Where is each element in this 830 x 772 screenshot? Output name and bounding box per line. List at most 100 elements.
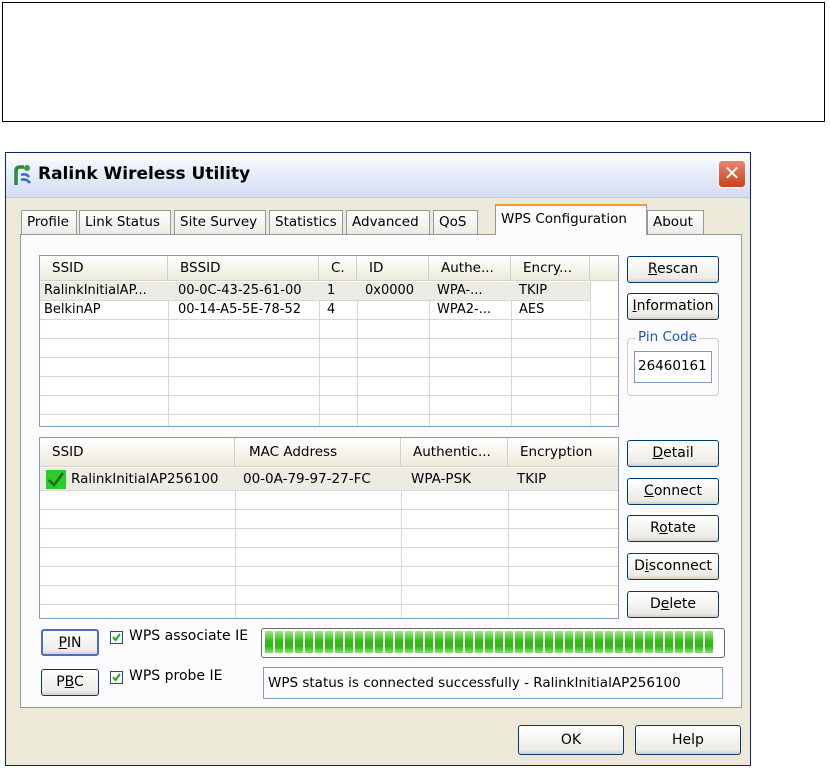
empty-row xyxy=(40,415,618,426)
pin-code-label: Pin Code xyxy=(636,329,700,345)
tab-advanced[interactable]: Advanced xyxy=(346,210,430,234)
progress-segment xyxy=(345,631,353,653)
col-encry[interactable]: Encry... xyxy=(511,256,590,280)
progress-segment xyxy=(625,631,633,653)
wps-profile-list[interactable]: SSID MAC Address Authentic... Encryption… xyxy=(39,437,619,619)
delete-button[interactable]: Delete xyxy=(627,591,719,618)
empty-row xyxy=(40,529,618,548)
progress-segment xyxy=(415,631,423,653)
ok-button[interactable]: OK xyxy=(518,725,624,755)
tab-site-survey[interactable]: Site Survey xyxy=(174,210,266,234)
profile-list-header: SSID MAC Address Authentic... Encryption xyxy=(40,438,618,467)
cell-ssid: RalinkInitialAP256100 xyxy=(71,471,219,487)
progress-segment xyxy=(325,631,333,653)
close-button[interactable]: ✕ xyxy=(718,160,746,188)
empty-row xyxy=(40,339,618,358)
pbc-button[interactable]: PBC xyxy=(41,669,99,696)
empty-row xyxy=(40,358,618,377)
col-auth[interactable]: Authe... xyxy=(429,256,511,280)
cell-ssid: BelkinAP xyxy=(44,302,101,317)
col-ssid[interactable]: SSID xyxy=(40,256,168,280)
progress-segment xyxy=(535,631,543,653)
progress-segment xyxy=(695,631,703,653)
col-ssid[interactable]: SSID xyxy=(40,438,235,466)
col-authentication[interactable]: Authentic... xyxy=(401,438,508,466)
empty-row xyxy=(40,491,618,510)
help-button[interactable]: Help xyxy=(635,725,741,755)
col-mac-address[interactable]: MAC Address xyxy=(235,438,401,466)
pin-code-group: Pin Code 26460161 xyxy=(627,329,719,396)
tab-label: Profile xyxy=(27,214,69,230)
wps-progress-bar xyxy=(261,628,725,658)
cell-ssid: RalinkInitialAP... xyxy=(44,283,147,298)
wps-associate-ie-checkbox[interactable] xyxy=(110,631,123,644)
tab-label: Statistics xyxy=(275,214,337,230)
progress-segment xyxy=(465,631,473,653)
rescan-button[interactable]: Rescan xyxy=(627,256,719,283)
table-row[interactable]: BelkinAP 00-14-A5-5E-78-52 4 WPA2-... AE… xyxy=(40,301,618,320)
empty-row xyxy=(40,320,618,339)
tab-qos[interactable]: QoS xyxy=(433,210,478,234)
progress-segment xyxy=(685,631,693,653)
progress-segment xyxy=(395,631,403,653)
cell-channel: 4 xyxy=(327,302,336,317)
cell-channel: 1 xyxy=(327,283,336,298)
progress-segment xyxy=(265,631,273,653)
tab-label: QoS xyxy=(439,214,467,230)
wps-probe-ie-checkbox[interactable] xyxy=(110,671,123,684)
tab-link-status[interactable]: Link Status xyxy=(79,210,171,234)
progress-segment xyxy=(365,631,373,653)
tab-label: About xyxy=(653,214,693,230)
progress-segment xyxy=(445,631,453,653)
pin-code-field[interactable]: 26460161 xyxy=(634,351,712,383)
col-id[interactable]: ID xyxy=(357,256,429,280)
wps-ap-list[interactable]: SSID BSSID C. ID Authe... Encry... Ralin… xyxy=(39,255,619,427)
empty-row xyxy=(40,567,618,586)
empty-row xyxy=(40,548,618,567)
tab-wps-configuration[interactable]: WPS Configuration xyxy=(495,204,647,235)
col-bssid[interactable]: BSSID xyxy=(168,256,319,280)
tab-profile[interactable]: Profile xyxy=(21,210,77,234)
disconnect-button[interactable]: Disconnect xyxy=(627,553,719,580)
progress-segment xyxy=(645,631,653,653)
ralink-logo-icon xyxy=(14,165,31,185)
progress-segment xyxy=(305,631,313,653)
progress-segment xyxy=(385,631,393,653)
col-encryption[interactable]: Encryption xyxy=(508,438,618,466)
progress-segment xyxy=(565,631,573,653)
progress-segment xyxy=(615,631,623,653)
progress-segment xyxy=(295,631,303,653)
checkbox-check-icon xyxy=(112,633,121,642)
progress-segment xyxy=(375,631,383,653)
progress-segment xyxy=(675,631,683,653)
close-icon: ✕ xyxy=(723,161,741,185)
rotate-button[interactable]: Rotate xyxy=(627,515,719,542)
tab-statistics[interactable]: Statistics xyxy=(269,210,343,234)
tab-label: Advanced xyxy=(352,214,419,230)
empty-row xyxy=(40,586,618,605)
progress-segment xyxy=(635,631,643,653)
connect-button[interactable]: Connect xyxy=(627,478,719,505)
detail-button[interactable]: Detail xyxy=(627,440,719,467)
tab-about[interactable]: About xyxy=(647,210,704,234)
information-button[interactable]: Information xyxy=(627,293,719,320)
progress-segment xyxy=(435,631,443,653)
pin-button[interactable]: PIN xyxy=(41,629,99,656)
progress-segment xyxy=(595,631,603,653)
ap-list-header: SSID BSSID C. ID Authe... Encry... xyxy=(40,256,618,281)
ralink-utility-window: Ralink Wireless Utility ✕ Profile Link S… xyxy=(5,152,751,766)
cell-mac: 00-0A-79-97-27-FC xyxy=(243,471,371,487)
progress-segment xyxy=(335,631,343,653)
checkbox-check-icon xyxy=(112,673,121,682)
empty-row xyxy=(40,510,618,529)
cell-auth: WPA-PSK xyxy=(411,471,471,487)
progress-segment xyxy=(605,631,613,653)
progress-segment xyxy=(555,631,563,653)
table-row[interactable]: RalinkInitialAP... 00-0C-43-25-61-00 1 0… xyxy=(40,282,590,301)
col-channel[interactable]: C. xyxy=(319,256,357,280)
progress-segment xyxy=(455,631,463,653)
progress-segment xyxy=(485,631,493,653)
title-bar[interactable]: Ralink Wireless Utility ✕ xyxy=(6,153,750,198)
table-row[interactable]: RalinkInitialAP256100 00-0A-79-97-27-FC … xyxy=(40,468,618,491)
progress-segment xyxy=(575,631,583,653)
